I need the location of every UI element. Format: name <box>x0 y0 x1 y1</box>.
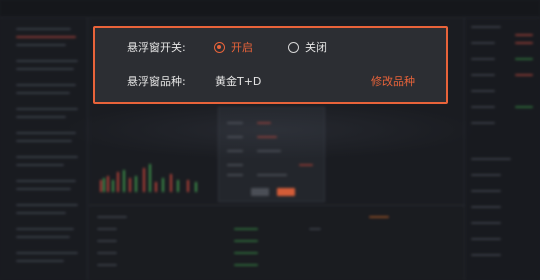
toggle-row: 悬浮窗开关: 开启 关闭 <box>95 37 446 57</box>
radio-option-off[interactable]: 关闭 <box>288 39 327 55</box>
radio-unchecked-icon[interactable] <box>288 41 299 53</box>
radio-option-on[interactable]: 开启 <box>214 39 253 55</box>
variety-label: 悬浮窗品种: <box>127 75 186 88</box>
popup-glow <box>60 100 480 160</box>
variety-row: 悬浮窗品种: 黄金T+D 修改品种 <box>95 71 446 91</box>
radio-off-label[interactable]: 关闭 <box>305 39 327 55</box>
positions-table <box>89 205 464 280</box>
toggle-label: 悬浮窗开关: <box>127 41 186 54</box>
floating-window-settings-popup: 悬浮窗开关: 开启 关闭 悬浮窗品种: 黄金T+D 修改品种 <box>93 26 448 104</box>
variety-value: 黄金T+D <box>215 75 262 88</box>
radio-on-label[interactable]: 开启 <box>231 39 253 55</box>
radio-checked-icon[interactable] <box>214 41 225 53</box>
app-top-bar <box>0 0 540 18</box>
modify-variety-link[interactable]: 修改品种 <box>371 73 415 89</box>
